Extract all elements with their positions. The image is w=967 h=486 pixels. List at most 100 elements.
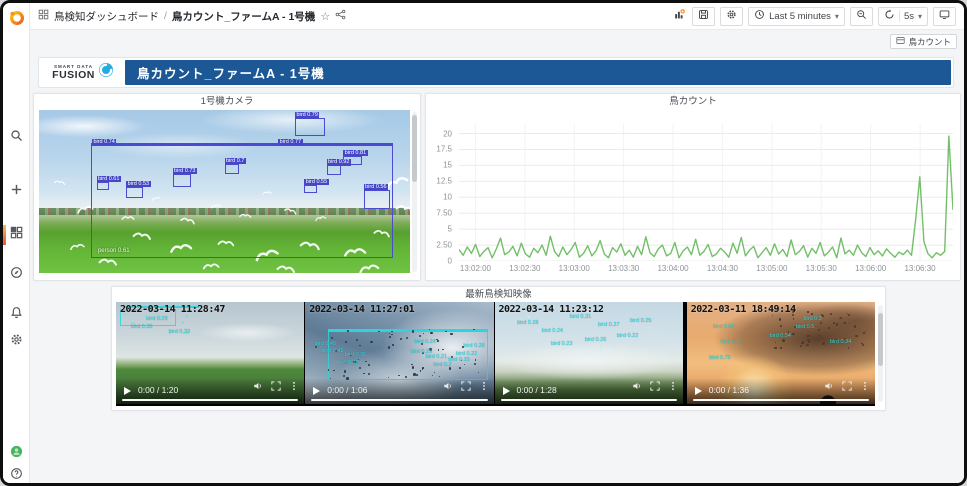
chevron-down-icon: ▾ xyxy=(917,11,922,21)
bird-speck xyxy=(799,345,802,348)
favorite-star-icon[interactable]: ☆ xyxy=(320,10,330,23)
bird-speck xyxy=(422,367,424,369)
bird-speck xyxy=(811,313,813,315)
bird-speck xyxy=(653,344,655,347)
x-tick-label: 13:04:30 xyxy=(706,264,739,273)
bell-icon xyxy=(10,306,23,324)
bird-speck xyxy=(389,336,391,338)
bird-speck xyxy=(609,333,611,335)
fullscreen-icon[interactable] xyxy=(460,378,471,396)
bird-speck xyxy=(648,333,652,336)
sidebar-item-search[interactable] xyxy=(3,127,30,149)
cycle-view-mode-button[interactable] xyxy=(933,6,956,26)
fullscreen-icon[interactable] xyxy=(842,378,852,396)
app-window: 鳥検知ダッシュボード / 鳥カウント_ファームA - 1号機 ☆ Last 5 … xyxy=(0,0,967,486)
share-icon[interactable] xyxy=(335,9,346,23)
refresh-button[interactable]: 5s ▾ xyxy=(877,6,928,26)
volume-icon[interactable] xyxy=(443,378,453,396)
video-progress-bar[interactable] xyxy=(500,398,677,401)
volume-icon[interactable] xyxy=(824,378,834,396)
chart-plot-area[interactable] xyxy=(459,124,953,261)
video-progress-bar[interactable] xyxy=(122,398,299,401)
breadcrumb-page: 鳥カウント_ファームA - 1号機 xyxy=(171,10,316,23)
video-timestamp: 2022-03-14 11:27:01 xyxy=(309,304,415,315)
x-tick-label: 13:02:30 xyxy=(509,264,541,273)
detection-label: bird 0.53 xyxy=(126,180,151,188)
y-tick-label: 10 xyxy=(443,192,452,202)
zoom-out-button[interactable] xyxy=(849,6,873,26)
detection-label: bird 0.5 xyxy=(795,324,815,331)
sidebar-item-dashboards[interactable] xyxy=(3,224,30,246)
add-panel-button[interactable] xyxy=(672,6,688,26)
more-options-icon[interactable] xyxy=(668,378,678,396)
dashboard-toolbar: Last 5 minutes ▾ 5s ▾ xyxy=(672,6,956,26)
fullscreen-icon[interactable] xyxy=(650,378,660,396)
search-icon xyxy=(10,129,23,147)
time-range-picker[interactable]: Last 5 minutes ▾ xyxy=(748,6,845,26)
x-tick-label: 13:06:00 xyxy=(855,264,887,273)
bird-speck xyxy=(582,346,585,348)
detection-label: bird 0.22 xyxy=(616,332,639,339)
chevron-down-icon: ▾ xyxy=(834,11,839,21)
bird-speck xyxy=(422,332,424,334)
sidebar-item-configuration[interactable] xyxy=(3,331,30,353)
camera-feed-image: bird 0.74 bird 0.77 person 0.61 bird 0.79 bi… xyxy=(39,110,410,273)
bird-speck xyxy=(368,364,370,366)
sidebar-item-help[interactable] xyxy=(3,465,30,483)
volume-icon[interactable] xyxy=(632,378,642,396)
video-timestamp: 2022-03-14 11:28:47 xyxy=(120,304,225,315)
video-time-label: 0:00 / 1:20 xyxy=(138,385,179,395)
videos-scrollbar-thumb[interactable] xyxy=(878,312,883,367)
bird-speck xyxy=(563,347,565,350)
sidebar-item-alerting[interactable] xyxy=(3,304,30,326)
video-thumbnail[interactable]: bird 0.45 bird 0.42 bird 0.36 bird 0.28 bird… xyxy=(305,302,494,404)
detection-label: bird 0.7 xyxy=(224,157,246,165)
play-button[interactable] xyxy=(124,387,131,395)
bird-speck xyxy=(347,329,349,332)
video-timestamp: 2022-03-14 11:23:12 xyxy=(498,304,604,315)
dashboards-grid-icon xyxy=(10,226,23,244)
fullscreen-icon[interactable] xyxy=(271,378,281,396)
more-options-icon[interactable] xyxy=(289,378,299,396)
bird-speck xyxy=(817,328,820,332)
bird-speck xyxy=(515,341,518,344)
bird-count-panel-button[interactable]: 鳥カウント xyxy=(890,34,957,49)
bird-speck xyxy=(413,373,416,376)
detection-label: bird 0.35 xyxy=(131,324,153,331)
video-thumbnail[interactable]: bird 0.31 bird 0.27 bird 0.24 bird 0.22 bird… xyxy=(494,302,683,404)
more-options-icon[interactable] xyxy=(479,378,489,396)
chart-y-axis: 0 2.50 5 7.50 10 12.5 15 17.5 20 xyxy=(426,124,456,265)
video-thumbnail[interactable]: bird 0.62 bird 0.76 bird 0.75 bird 0.54 bird… xyxy=(686,302,875,404)
camera-scrollbar-thumb[interactable] xyxy=(412,115,417,183)
videos-panel-title[interactable]: 最新鳥検知映像 xyxy=(112,287,885,302)
dashboard-settings-button[interactable] xyxy=(720,6,744,26)
sidebar-item-explore[interactable] xyxy=(3,264,30,286)
play-button[interactable] xyxy=(313,387,321,395)
detection-box: bird 0.73 xyxy=(172,167,197,187)
bird-speck xyxy=(442,348,444,351)
save-dashboard-button[interactable] xyxy=(692,6,716,26)
grafana-logo[interactable] xyxy=(3,9,30,27)
bird-speck xyxy=(626,343,628,345)
chart-panel-title[interactable]: 鳥カウント xyxy=(426,94,960,109)
bird-speck xyxy=(621,341,624,344)
play-button[interactable] xyxy=(694,387,702,395)
fusion-drop-icon xyxy=(98,62,114,83)
bird-speck xyxy=(431,374,433,376)
video-progress-bar[interactable] xyxy=(311,398,488,401)
breadcrumb-section[interactable]: 鳥検知ダッシュボード xyxy=(54,9,159,24)
videos-scrollbar[interactable] xyxy=(878,305,883,402)
help-icon xyxy=(10,467,23,483)
user-avatar[interactable] xyxy=(3,443,30,465)
bird-speck xyxy=(527,315,530,319)
volume-icon[interactable] xyxy=(253,378,263,396)
banner-title: 鳥カウント_ファームA - 1号機 xyxy=(137,67,325,81)
video-thumbnail[interactable]: bird 0.35 bird 0.33 bird 0.29 2022-03-14 11… xyxy=(116,302,305,404)
more-options-icon[interactable] xyxy=(860,378,870,396)
camera-panel-title[interactable]: 1号機カメラ xyxy=(34,94,420,109)
video-progress-bar[interactable] xyxy=(692,398,869,401)
sidebar-item-create[interactable] xyxy=(3,181,30,203)
camera-scrollbar[interactable] xyxy=(412,112,417,272)
bird-speck xyxy=(847,347,849,349)
play-button[interactable] xyxy=(502,387,510,395)
